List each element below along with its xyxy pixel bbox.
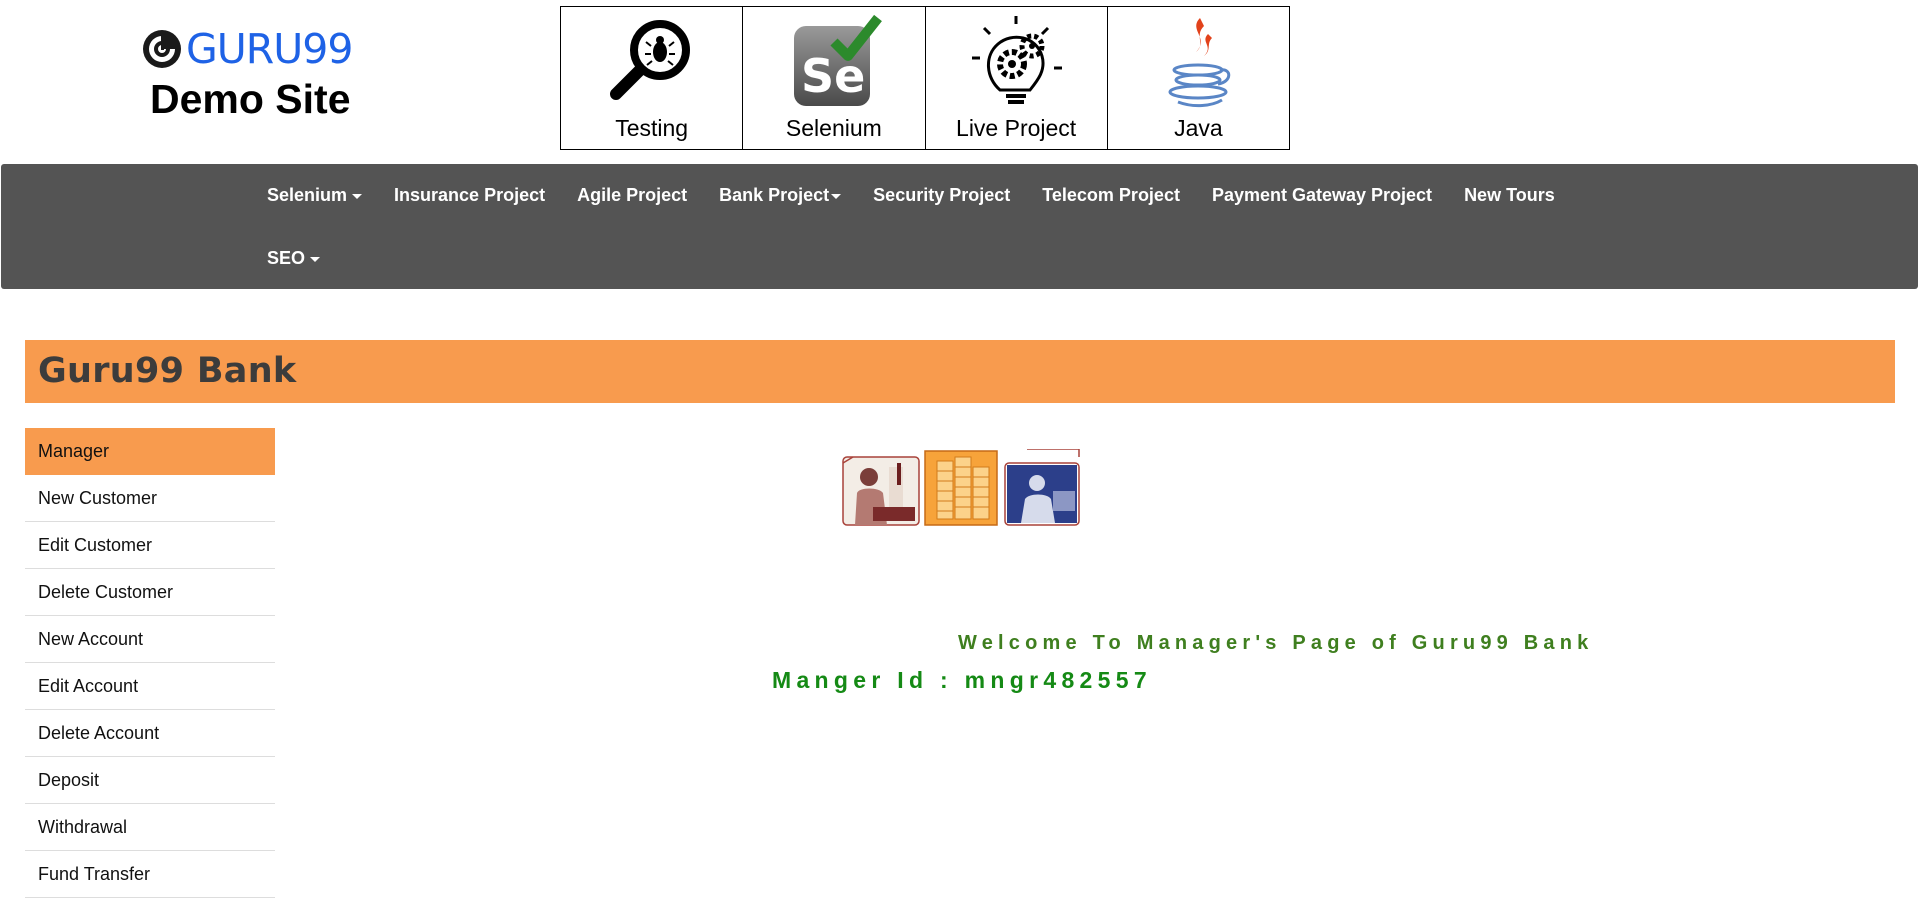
category-live-project[interactable]: Live Project bbox=[926, 7, 1108, 149]
lightbulb-gears-icon bbox=[972, 16, 1063, 104]
top-navbar: Selenium Insurance Project Agile Project… bbox=[1, 164, 1918, 289]
nav-insurance-project[interactable]: Insurance Project bbox=[378, 164, 561, 226]
category-label: Java bbox=[1174, 115, 1223, 141]
category-label: Testing bbox=[615, 115, 689, 141]
magnifier-bug-icon bbox=[609, 20, 690, 100]
bank-banner-image bbox=[842, 449, 1080, 526]
svg-text:Se: Se bbox=[801, 49, 865, 103]
guru99-logo-icon bbox=[143, 30, 181, 68]
nav-new-tours[interactable]: New Tours bbox=[1448, 164, 1571, 226]
sidebar-menu: Manager New Customer Edit Customer Delet… bbox=[25, 428, 275, 898]
nav-label: New Tours bbox=[1464, 185, 1555, 205]
logo-row: GURU99 bbox=[142, 26, 372, 72]
nav-seo-dropdown[interactable]: SEO bbox=[251, 227, 336, 289]
nav-label: Security Project bbox=[873, 185, 1011, 205]
sidebar-item-edit-customer[interactable]: Edit Customer bbox=[25, 522, 275, 569]
category-label: Selenium bbox=[785, 115, 882, 141]
java-cup-icon bbox=[1168, 18, 1231, 108]
welcome-message: Welcome To Manager's Page of Guru99 Bank bbox=[958, 632, 1594, 654]
bank-title: Guru99 Bank bbox=[38, 351, 297, 391]
nav-row: Selenium Insurance Project Agile Project… bbox=[251, 164, 1571, 226]
sidebar-item-delete-account[interactable]: Delete Account bbox=[25, 710, 275, 757]
category-label: Live Project bbox=[956, 115, 1077, 141]
nav-row: SEO bbox=[251, 227, 336, 289]
caret-down-icon bbox=[831, 193, 842, 199]
nav-selenium-dropdown[interactable]: Selenium bbox=[251, 164, 378, 226]
sidebar-item-new-customer[interactable]: New Customer bbox=[25, 475, 275, 522]
nav-agile-project[interactable]: Agile Project bbox=[561, 164, 703, 226]
category-strip: Testing Se Selenium Live Project Java bbox=[560, 6, 1290, 150]
nav-bank-project-dropdown[interactable]: Bank Project bbox=[703, 164, 857, 226]
sidebar-item-delete-customer[interactable]: Delete Customer bbox=[25, 569, 275, 616]
category-testing[interactable]: Testing bbox=[561, 7, 744, 149]
caret-down-icon bbox=[310, 256, 321, 262]
nav-security-project[interactable]: Security Project bbox=[857, 164, 1026, 226]
nav-telecom-project[interactable]: Telecom Project bbox=[1026, 164, 1196, 226]
selenium-check-icon: Se bbox=[793, 14, 882, 106]
category-java[interactable]: Java bbox=[1108, 7, 1289, 149]
nav-label: Selenium bbox=[267, 185, 348, 205]
caret-down-icon bbox=[352, 193, 363, 199]
category-selenium[interactable]: Se Selenium bbox=[743, 7, 926, 149]
nav-payment-gateway-project[interactable]: Payment Gateway Project bbox=[1196, 164, 1448, 226]
logo-text: GURU99 bbox=[186, 25, 353, 73]
sidebar-item-edit-account[interactable]: Edit Account bbox=[25, 663, 275, 710]
bank-header-bar: Guru99 Bank bbox=[25, 340, 1895, 403]
nav-label: Payment Gateway Project bbox=[1211, 185, 1433, 205]
sidebar-item-fund-transfer[interactable]: Fund Transfer bbox=[25, 851, 275, 898]
nav-label: Insurance Project bbox=[394, 185, 546, 205]
sidebar-item-withdrawal[interactable]: Withdrawal bbox=[25, 804, 275, 851]
site-logo[interactable]: GURU99 Demo Site bbox=[142, 26, 372, 122]
nav-label: Telecom Project bbox=[1042, 185, 1180, 205]
nav-label: SEO bbox=[267, 248, 306, 268]
sidebar-item-new-account[interactable]: New Account bbox=[25, 616, 275, 663]
nav-label: Agile Project bbox=[577, 185, 688, 205]
sidebar-item-manager[interactable]: Manager bbox=[25, 428, 275, 475]
nav-label: Bank Project bbox=[719, 185, 830, 205]
site-title: Demo Site bbox=[150, 76, 351, 122]
sidebar-item-deposit[interactable]: Deposit bbox=[25, 757, 275, 804]
manager-id-text: Manger Id : mngr482557 bbox=[772, 667, 1152, 693]
